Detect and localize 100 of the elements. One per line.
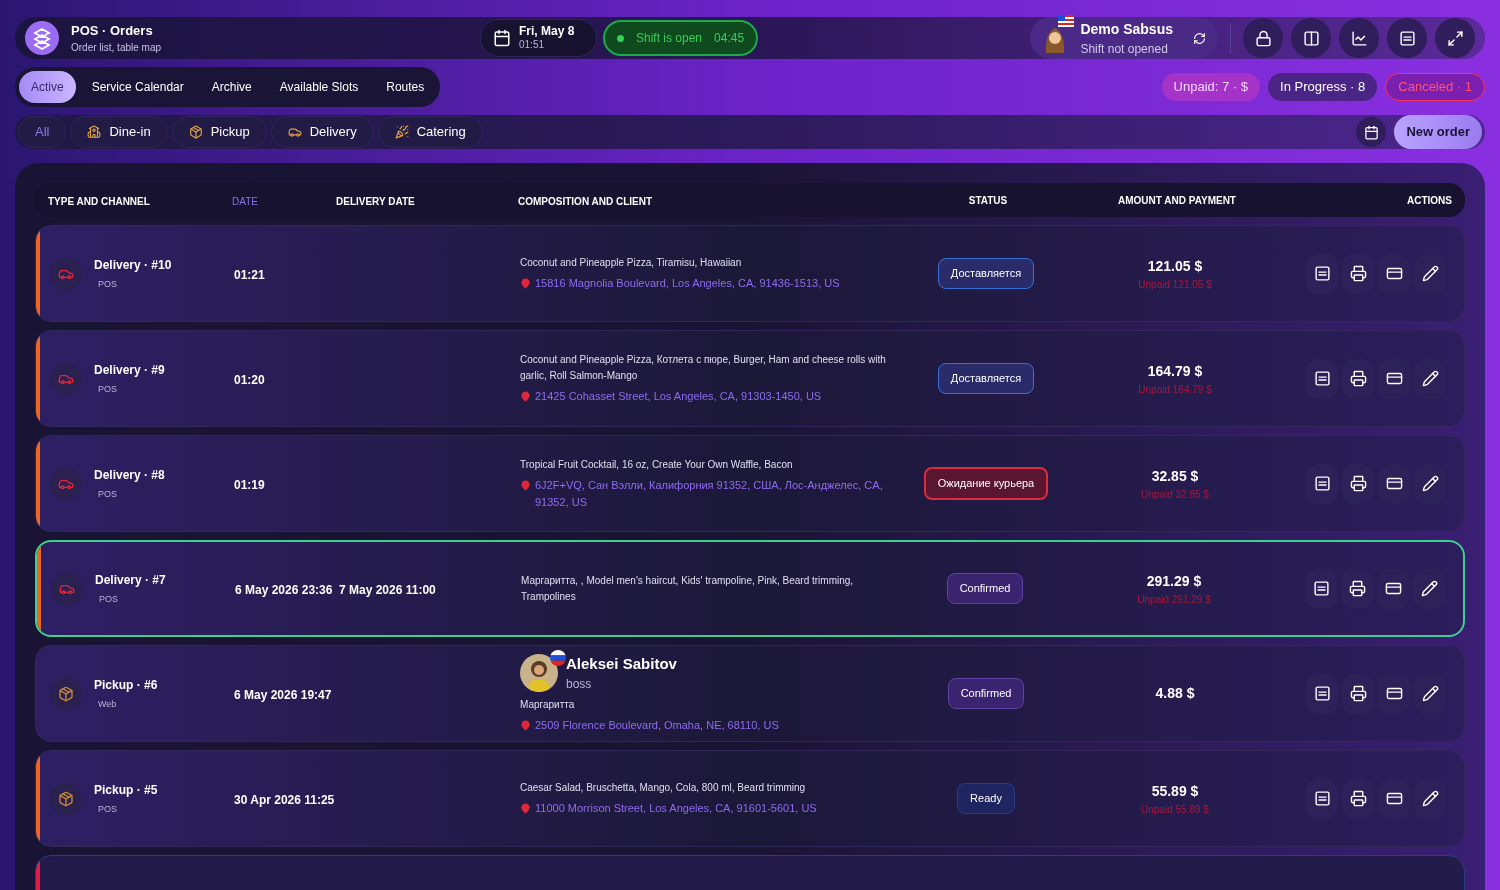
details-button[interactable]: [1306, 463, 1338, 504]
board-button[interactable]: [1291, 18, 1331, 58]
print-button[interactable]: [1342, 673, 1374, 714]
order-type: Delivery · #10: [94, 256, 172, 274]
column-header[interactable]: DELIVERY DATE: [336, 196, 415, 207]
edit-button[interactable]: [1414, 673, 1446, 714]
column-header[interactable]: DATE: [232, 196, 258, 207]
filter-chip[interactable]: Dine-in: [70, 116, 168, 148]
current-time: 01:51: [519, 39, 546, 52]
column-header[interactable]: AMOUNT AND PAYMENT: [1118, 192, 1236, 208]
card-icon: [1384, 580, 1402, 597]
pin-icon: [520, 479, 531, 491]
order-type: Pickup · #5: [94, 781, 158, 799]
pin-icon: [520, 278, 531, 289]
print-button[interactable]: [1342, 253, 1374, 294]
user-card[interactable]: Demo Sabsus Shift not opened: [1030, 17, 1218, 59]
edit-button[interactable]: [1414, 253, 1446, 294]
payment-button[interactable]: [1378, 778, 1410, 819]
pin-icon: [520, 803, 531, 814]
card-icon: [1385, 790, 1403, 807]
tab[interactable]: Available Slots: [267, 71, 371, 103]
status-badge: Ready: [957, 783, 1015, 814]
refresh-icon[interactable]: [1193, 31, 1206, 45]
summary-chip[interactable]: In Progress · 8: [1268, 73, 1378, 101]
list-button[interactable]: [1387, 18, 1427, 58]
pencil-icon: [1421, 265, 1439, 282]
tab[interactable]: Service Calendar: [79, 71, 196, 103]
payment-status: Unpaid 121.05 $: [1138, 277, 1212, 292]
payment-button[interactable]: [1378, 463, 1410, 504]
tab[interactable]: Active: [19, 71, 76, 103]
printer-icon: [1348, 580, 1366, 597]
payment-button[interactable]: [1377, 568, 1409, 609]
order-row[interactable]: [35, 330, 1465, 427]
shift-status[interactable]: Shift is open 04:45: [603, 20, 759, 56]
order-type: Delivery · #7: [95, 571, 166, 589]
user-name: Demo Sabsus: [1080, 19, 1173, 39]
pin-icon: [520, 391, 531, 402]
print-button[interactable]: [1342, 463, 1374, 504]
order-date: 01:19: [234, 477, 265, 492]
order-row[interactable]: Pickup · #6 Web 6 May 2026 19:47 Aleksei Sabitov boss Маргаритта 2509 Florence Boulevard, Omaha, NE, 68110, US Confirmed 4.88 $: [35, 645, 1465, 742]
details-button[interactable]: [1306, 358, 1338, 399]
box-icon: [188, 125, 203, 139]
order-amount: 291.29 $: [1146, 571, 1202, 591]
chart-button[interactable]: [1339, 18, 1379, 58]
date-widget[interactable]: Fri, May 8 01:51: [480, 19, 597, 57]
address-link[interactable]: 2509 Florence Boulevard, Omaha, NE, 68110, US: [535, 717, 779, 735]
card-icon: [1385, 370, 1403, 387]
print-button[interactable]: [1342, 778, 1374, 819]
box-icon: [58, 685, 74, 702]
order-row[interactable]: Pickup · #5 POS 30 Apr 2026 11:25 Caesar Salad, Bruschetta, Mango, Cola, 800 ml, Beard trimming 11000 Morrison Street, Los Angeles, CA, 91601-5601, US Ready 55.89 $ Unpaid 55.89 $: [35, 750, 1465, 847]
details-button[interactable]: [1306, 673, 1338, 714]
new-order-button[interactable]: New order: [1394, 115, 1482, 149]
status-badge: Confirmed: [946, 573, 1024, 604]
address-link[interactable]: 21425 Cohasset Street, Los Angeles, CA, 91303-1450, US: [535, 388, 822, 405]
school-icon: [87, 125, 102, 139]
order-row[interactable]: Delivery · #10 POS 01:21 Coconut and Pineapple Pizza, Tiramisu, Hawaiian 15816 Magnolia Boulevard, Los Angeles, CA, 91436-1513, US Доставляется 121.05 $ Unpaid 121.05 $: [35, 225, 1465, 322]
payment-button[interactable]: [1378, 673, 1410, 714]
print-button[interactable]: [1342, 358, 1374, 399]
calendar-button[interactable]: [1356, 117, 1387, 147]
summary-chip[interactable]: Unpaid: 7 · $: [1161, 73, 1260, 101]
user-status: Shift not opened: [1080, 40, 1169, 58]
address-link[interactable]: 6J2F+VQ, Сан Вэлли, Калифорния 91352, США, Лос-Анджелес, CA, 91352, US: [535, 476, 890, 511]
edit-button[interactable]: [1414, 358, 1446, 399]
filter-chip[interactable]: Pickup: [171, 116, 267, 148]
lock-button[interactable]: [1243, 18, 1283, 58]
address-link[interactable]: 11000 Morrison Street, Los Angeles, CA, 91601-5601, US: [535, 800, 817, 817]
details-button[interactable]: [1306, 778, 1338, 819]
payment-button[interactable]: [1378, 358, 1410, 399]
column-header[interactable]: STATUS: [968, 192, 1008, 208]
order-amount: 32.85 $: [1151, 466, 1199, 486]
app-subtitle: Order list, table map: [71, 41, 162, 56]
tab[interactable]: Archive: [199, 71, 264, 103]
list-icon: [1313, 685, 1331, 702]
column-header[interactable]: ACTIONS: [1407, 192, 1452, 208]
payment-button[interactable]: [1378, 253, 1410, 294]
tab[interactable]: Routes: [374, 71, 437, 103]
flag-icon: [550, 650, 566, 666]
order-row[interactable]: Delivery · #7 POS 6 May 2026 23:36 7 May 2026 11:00 Маргаритта, , Model men's haircut, Kids' trampoline, Pink, Beard trimming, Trampolines Confirmed 291.29 $ Unpaid 291.29 $: [35, 540, 1465, 637]
order-row[interactable]: Delivery · #8 POS 01:19 Tropical Fruit Cocktail, 16 oz, Create Your Own Waffle, Bacon 6J2F+VQ, Сан Вэлли, Калифорния 91352, США, Лос-Анджелес, CA, 91352, US Ожидание курьера 32.85 $ Unpaid 32.85 $: [35, 435, 1465, 532]
column-header[interactable]: COMPOSITION AND CLIENT: [518, 196, 653, 207]
print-button[interactable]: [1341, 568, 1373, 609]
filter-chip[interactable]: Catering: [377, 116, 483, 148]
pin-icon: [520, 720, 531, 732]
printer-icon: [1349, 475, 1367, 492]
order-date: 30 Apr 2026 11:25: [234, 792, 335, 807]
fullscreen-button[interactable]: [1435, 18, 1475, 58]
address-link[interactable]: 15816 Magnolia Boulevard, Los Angeles, CA, 91436-1513, US: [535, 275, 840, 292]
column-header[interactable]: TYPE AND CHANNEL: [48, 196, 150, 207]
current-date: Fri, May 8: [519, 24, 575, 40]
order-items: Tropical Fruit Cocktail, 16 oz, Create Your Own Waffle, Bacon: [520, 457, 794, 472]
edit-button[interactable]: [1414, 778, 1446, 819]
pencil-icon: [1421, 790, 1439, 807]
details-button[interactable]: [1305, 568, 1337, 609]
filter-chip[interactable]: All: [18, 116, 67, 148]
edit-button[interactable]: [1414, 463, 1446, 504]
columns-icon: [1302, 29, 1320, 47]
edit-button[interactable]: [1413, 568, 1445, 609]
filter-chip[interactable]: Delivery: [270, 116, 374, 148]
details-button[interactable]: [1306, 253, 1338, 294]
order-type: Delivery · #8: [94, 466, 165, 484]
